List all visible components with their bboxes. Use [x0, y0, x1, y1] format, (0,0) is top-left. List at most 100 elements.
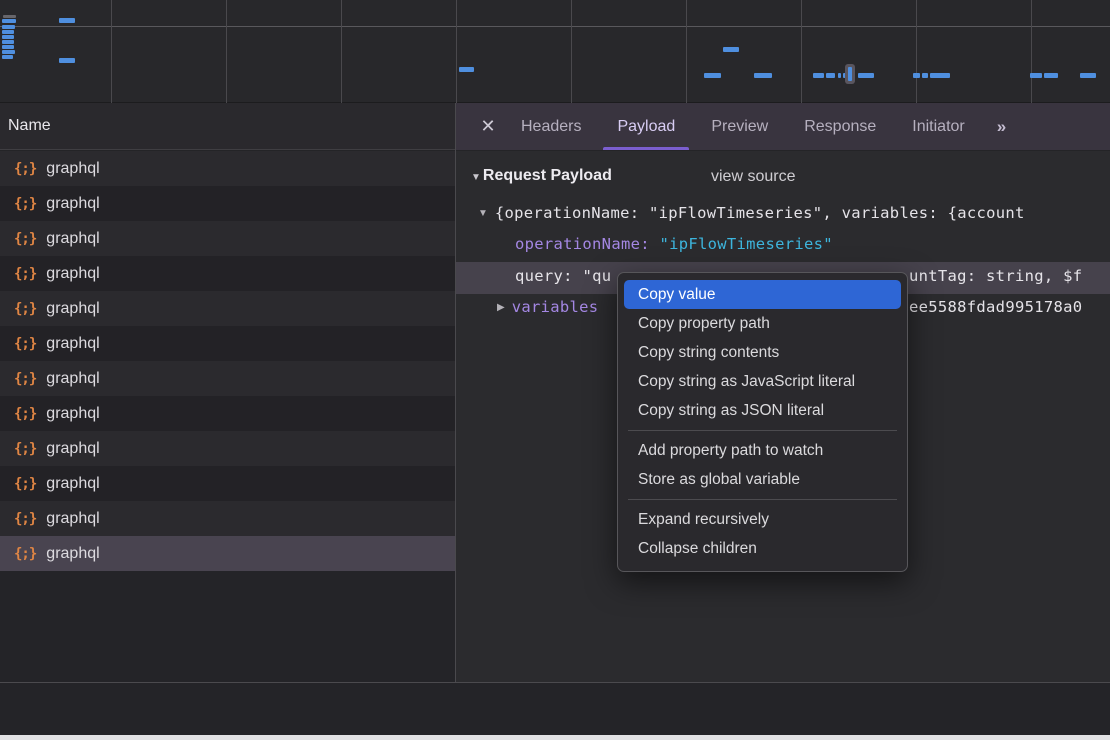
query-value-left-fragment: "qu	[582, 267, 611, 285]
variables-row[interactable]: ▶ variables	[497, 298, 598, 316]
request-row-graphql[interactable]: {;} graphql	[0, 186, 455, 221]
request-row-graphql[interactable]: {;} graphql	[0, 256, 455, 291]
request-name-label: graphql	[46, 265, 99, 283]
request-row-graphql[interactable]: {;}graphql	[0, 361, 455, 396]
json-braces-icon: {;}	[14, 371, 36, 387]
menu-item-copy-string-contents[interactable]: Copy string contents	[624, 338, 901, 367]
request-timing-bar	[2, 35, 14, 39]
json-braces-icon: {;}	[14, 266, 36, 282]
devtools-network-panel: Name ✕ HeadersPayloadPreviewResponseInit…	[0, 0, 1110, 740]
payload-root-row[interactable]: ▼ {operationName: "ipFlowTimeseries", va…	[478, 204, 1025, 222]
close-icon[interactable]: ✕	[477, 103, 499, 150]
operation-name-key: operationName:	[515, 235, 650, 253]
menu-item-copy-string-as-json-literal[interactable]: Copy string as JSON literal	[624, 396, 901, 425]
request-timing-bar	[922, 73, 928, 78]
menu-item-store-as-global-variable[interactable]: Store as global variable	[624, 465, 901, 494]
request-row-graphql[interactable]: {;} graphql	[0, 466, 455, 501]
variables-value-right-fragment: ee5588fdad995178a0	[909, 298, 1082, 316]
request-timing-bar	[2, 45, 14, 49]
request-timing-bar	[826, 73, 835, 78]
name-column-label: Name	[8, 117, 51, 135]
request-timing-bar	[59, 58, 75, 63]
request-timing-bar	[1030, 73, 1042, 78]
request-list: {;} graphql {;} graphql {;} graphql {;} graphql…	[0, 151, 455, 682]
request-name-label: graphql	[46, 335, 99, 353]
request-row-graphql[interactable]: {;} graphql	[0, 151, 455, 186]
view-source-link[interactable]: view source	[711, 168, 795, 186]
request-timing-bar	[2, 55, 13, 59]
request-name-label: graphql	[46, 475, 99, 493]
menu-item-copy-string-as-javascript-literal[interactable]: Copy string as JavaScript literal	[624, 367, 901, 396]
request-timing-bar	[2, 19, 16, 23]
request-name-label: graphql	[46, 160, 99, 178]
json-braces-icon: {;}	[14, 441, 36, 457]
request-payload-section[interactable]: ▼ Request Payload	[471, 167, 612, 185]
json-braces-icon: {;}	[14, 406, 36, 422]
tab-initiator[interactable]: Initiator	[898, 103, 978, 150]
json-braces-icon: {;}	[14, 546, 36, 562]
collapse-icon[interactable]: ▼	[478, 208, 488, 219]
request-timing-bar	[813, 73, 824, 78]
request-timing-bar	[723, 47, 739, 52]
request-timing-bar	[1044, 73, 1058, 78]
more-tabs-icon[interactable]: »	[987, 103, 1014, 150]
request-name-label: graphql	[46, 195, 99, 213]
request-timing-bar	[754, 73, 772, 78]
menu-item-expand-recursively[interactable]: Expand recursively	[624, 505, 901, 534]
query-value-right-fragment: untTag: string, $f	[909, 267, 1082, 285]
summary-footer	[0, 683, 1110, 735]
request-name-label: graphql	[46, 440, 99, 458]
menu-item-add-property-path-to-watch[interactable]: Add property path to watch	[624, 436, 901, 465]
detail-tabbar: ✕ HeadersPayloadPreviewResponseInitiator…	[456, 103, 1110, 150]
request-row-graphql[interactable]: {;}graphql	[0, 221, 455, 256]
json-braces-icon: {;}	[14, 476, 36, 492]
query-key: query:	[515, 267, 582, 285]
request-timing-bar	[59, 18, 75, 23]
menu-item-copy-property-path[interactable]: Copy property path	[624, 309, 901, 338]
operation-name-row[interactable]: operationName: "ipFlowTimeseries"	[515, 235, 833, 253]
menu-item-copy-value[interactable]: Copy value	[624, 280, 901, 309]
tab-headers[interactable]: Headers	[507, 103, 595, 150]
overview-vertical-gridline	[341, 0, 342, 103]
overview-vertical-gridline	[571, 0, 572, 103]
overview-hover-marker-bar	[848, 67, 852, 81]
collapse-icon[interactable]: ▼	[471, 172, 481, 183]
operation-name-value: "ipFlowTimeseries"	[650, 235, 833, 253]
request-row-graphql[interactable]: {;} graphql	[0, 396, 455, 431]
request-timing-bar	[858, 73, 874, 78]
menu-divider	[628, 499, 897, 500]
request-name-label: graphql	[46, 405, 99, 423]
name-column-header[interactable]: Name	[0, 103, 455, 150]
request-name-label: graphql	[46, 510, 99, 528]
request-row-graphql[interactable]: {;} graphql	[0, 431, 455, 466]
query-row[interactable]: query: "qu	[515, 267, 611, 285]
expand-icon[interactable]: ▶	[497, 302, 505, 313]
request-row-graphql[interactable]: {;}graphql	[0, 536, 455, 571]
request-timing-bar	[3, 15, 16, 18]
tab-preview[interactable]: Preview	[697, 103, 782, 150]
request-timing-bar	[2, 50, 15, 54]
overview-vertical-gridline	[1031, 0, 1032, 103]
overview-vertical-gridline	[686, 0, 687, 103]
window-bottom-edge	[0, 735, 1110, 740]
request-row-graphql[interactable]: {;}graphql	[0, 291, 455, 326]
json-braces-icon: {;}	[14, 161, 36, 177]
tab-payload[interactable]: Payload	[603, 103, 689, 150]
request-timing-bar	[2, 40, 14, 44]
request-timing-bar	[1080, 73, 1096, 78]
request-timing-bar	[838, 73, 841, 78]
request-payload-title: Request Payload	[483, 167, 612, 185]
overview-vertical-gridline	[456, 0, 457, 103]
request-row-graphql[interactable]: {;}graphql	[0, 501, 455, 536]
menu-item-collapse-children[interactable]: Collapse children	[624, 534, 901, 563]
tab-response[interactable]: Response	[790, 103, 890, 150]
overview-vertical-gridline	[226, 0, 227, 103]
context-menu: Copy valueCopy property pathCopy string …	[617, 272, 908, 572]
overview-horizontal-gridline	[0, 26, 1110, 27]
request-timing-bar	[930, 73, 950, 78]
request-timing-bar	[459, 67, 474, 72]
request-row-graphql[interactable]: {;}graphql	[0, 326, 455, 361]
network-overview-timeline[interactable]	[0, 0, 1110, 103]
json-braces-icon: {;}	[14, 196, 36, 212]
request-timing-bar	[2, 30, 14, 34]
